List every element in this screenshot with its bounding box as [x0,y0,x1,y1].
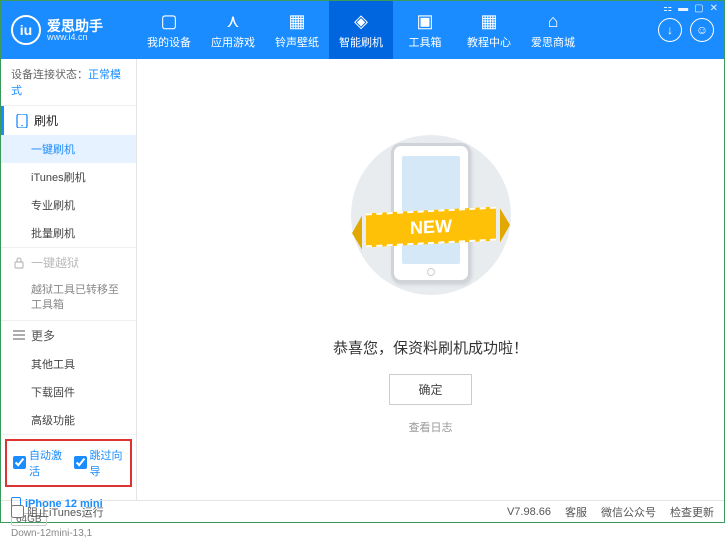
jailbreak-note: 越狱工具已转移至工具箱 [1,277,136,320]
success-message: 恭喜您，保资料刷机成功啦！ [333,337,528,358]
sidebar-item-download-firmware[interactable]: 下载固件 [1,378,136,406]
nav-store[interactable]: ⌂爱思商城 [521,1,585,59]
window-controls: ⚏ ▬ ▢ ✕ [663,3,718,14]
close-icon[interactable]: ✕ [710,3,718,14]
apps-icon: ⋏ [226,10,239,32]
download-button[interactable]: ↓ [658,18,682,42]
grid-icon: ▦ [480,10,497,32]
store-icon: ⌂ [548,10,559,32]
nav-my-device[interactable]: ▢我的设备 [137,1,201,59]
nav-toolbox[interactable]: ▣工具箱 [393,1,457,59]
sidebar-item-advanced[interactable]: 高级功能 [1,406,136,434]
logo-icon: iu [11,15,41,45]
options-highlight-box: 自动激活 跳过向导 [5,439,132,487]
logo: iu 爱思助手 www.i4.cn [11,15,137,45]
lock-icon [13,257,25,269]
app-url: www.i4.cn [47,33,103,42]
flash-icon: ◈ [354,10,368,32]
phone-icon: ▢ [160,10,177,32]
sidebar: 设备连接状态：正常模式 刷机 一键刷机 iTunes刷机 专业刷机 批量刷机 一… [1,59,137,500]
options-icon[interactable]: ⚏ [663,3,672,14]
maximize-icon[interactable]: ▢ [694,3,703,14]
checkbox-auto-activate[interactable]: 自动激活 [13,447,64,479]
sidebar-item-batch-flash[interactable]: 批量刷机 [1,219,136,247]
connection-status: 设备连接状态：正常模式 [1,59,136,106]
success-illustration: NEW [346,125,516,325]
app-title: 爱思助手 [47,19,103,33]
main-content: NEW 恭喜您，保资料刷机成功啦！ 确定 查看日志 [137,59,724,500]
app-header: iu 爱思助手 www.i4.cn ▢我的设备 ⋏应用游戏 ▦铃声壁纸 ◈智能刷… [1,1,724,59]
sidebar-section-more[interactable]: 更多 [1,321,136,350]
view-log-link[interactable]: 查看日志 [409,419,453,435]
nav-tutorials[interactable]: ▦教程中心 [457,1,521,59]
menu-icon [13,330,25,340]
ok-button[interactable]: 确定 [389,374,471,405]
version-label: V7.98.66 [507,506,551,518]
footer-link-wechat[interactable]: 微信公众号 [601,504,656,520]
toolbox-icon: ▣ [416,10,433,32]
footer-link-update[interactable]: 检查更新 [670,504,714,520]
sidebar-item-oneclick-flash[interactable]: 一键刷机 [1,135,136,163]
checkbox-block-itunes[interactable]: 阻止iTunes运行 [11,504,104,520]
sidebar-item-other-tools[interactable]: 其他工具 [1,350,136,378]
phone-icon [16,114,28,128]
checkbox-skip-guide[interactable]: 跳过向导 [74,447,125,479]
nav-tabs: ▢我的设备 ⋏应用游戏 ▦铃声壁纸 ◈智能刷机 ▣工具箱 ▦教程中心 ⌂爱思商城 [137,1,658,59]
sidebar-item-pro-flash[interactable]: 专业刷机 [1,191,136,219]
minimize-icon[interactable]: ▬ [678,3,688,14]
user-button[interactable]: ☺ [690,18,714,42]
device-download-label: Down-12mini-13,1 [11,528,126,539]
nav-ringtone-wallpaper[interactable]: ▦铃声壁纸 [265,1,329,59]
nav-smart-flash[interactable]: ◈智能刷机 [329,1,393,59]
sidebar-item-itunes-flash[interactable]: iTunes刷机 [1,163,136,191]
sidebar-section-flash[interactable]: 刷机 [1,106,136,135]
wallpaper-icon: ▦ [288,10,305,32]
nav-apps-games[interactable]: ⋏应用游戏 [201,1,265,59]
new-ribbon: NEW [366,206,496,247]
sidebar-section-jailbreak: 一键越狱 [1,248,136,277]
footer-link-support[interactable]: 客服 [565,504,587,520]
